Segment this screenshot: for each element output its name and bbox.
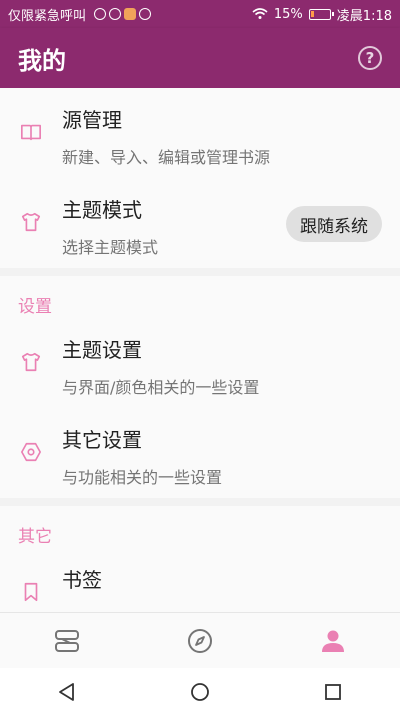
k-icon — [139, 8, 152, 20]
app-icon — [109, 8, 122, 20]
others-card: 其它 书签 — [0, 506, 400, 612]
source-manage-item[interactable]: 源管理 新建、导入、编辑或管理书源 — [0, 88, 400, 178]
app-square-icon — [124, 8, 137, 20]
back-icon[interactable] — [57, 682, 77, 702]
person-icon — [322, 630, 345, 652]
nav-my[interactable] — [267, 613, 400, 668]
bookmark-item[interactable]: 书签 — [0, 548, 400, 612]
bottom-navigation — [0, 612, 400, 668]
item-title: 其它设置 — [62, 428, 142, 452]
nav-bookshelf[interactable] — [0, 613, 133, 668]
card-primary: 源管理 新建、导入、编辑或管理书源 主题模式 选择主题模式 跟随系统 — [0, 88, 400, 268]
main-content: 源管理 新建、导入、编辑或管理书源 主题模式 选择主题模式 跟随系统 设置 主题… — [0, 88, 400, 612]
theme-settings-item[interactable]: 主题设置 与界面/颜色相关的一些设置 — [0, 318, 400, 408]
item-title: 源管理 — [62, 108, 122, 132]
item-subtitle: 与界面/颜色相关的一些设置 — [62, 378, 260, 397]
clock: 凌晨1:18 — [336, 8, 392, 24]
wifi-icon — [252, 8, 268, 19]
help-icon[interactable]: ? — [358, 46, 382, 70]
other-settings-item[interactable]: 其它设置 与功能相关的一些设置 — [0, 408, 400, 498]
item-title: 书签 — [62, 568, 102, 592]
theme-mode-value-button[interactable]: 跟随系统 — [286, 206, 382, 242]
tshirt-icon — [20, 351, 42, 373]
item-subtitle: 新建、导入、编辑或管理书源 — [62, 148, 271, 167]
section-header-others: 其它 — [18, 527, 52, 547]
app-bar: 我的 ? — [0, 28, 400, 88]
gear-icon — [20, 441, 42, 463]
system-navigation — [0, 668, 400, 715]
shield-icon — [94, 8, 107, 20]
compass-icon — [187, 628, 212, 653]
tshirt-icon — [20, 211, 42, 233]
notification-icons — [94, 8, 152, 20]
battery-percent: 15% — [273, 6, 303, 22]
carrier-text: 仅限紧急呼叫 — [8, 8, 87, 24]
item-title: 主题设置 — [62, 338, 142, 362]
item-subtitle: 与功能相关的一些设置 — [62, 468, 223, 487]
bookshelf-icon — [54, 629, 79, 652]
section-header-settings: 设置 — [18, 297, 52, 317]
item-title: 主题模式 — [62, 198, 142, 222]
settings-card: 设置 主题设置 与界面/颜色相关的一些设置 其它设置 与功能相关的一些设置 — [0, 276, 400, 498]
status-bar: 仅限紧急呼叫 15% 凌晨1:18 — [0, 0, 400, 28]
page-title: 我的 — [18, 46, 66, 75]
bookmark-icon — [20, 581, 42, 603]
home-icon[interactable] — [190, 682, 210, 702]
theme-mode-item[interactable]: 主题模式 选择主题模式 跟随系统 — [0, 178, 400, 268]
recents-icon[interactable] — [323, 682, 343, 702]
book-open-icon — [20, 121, 42, 143]
nav-explore[interactable] — [133, 613, 266, 668]
battery-icon — [308, 8, 334, 20]
item-subtitle: 选择主题模式 — [62, 238, 159, 257]
